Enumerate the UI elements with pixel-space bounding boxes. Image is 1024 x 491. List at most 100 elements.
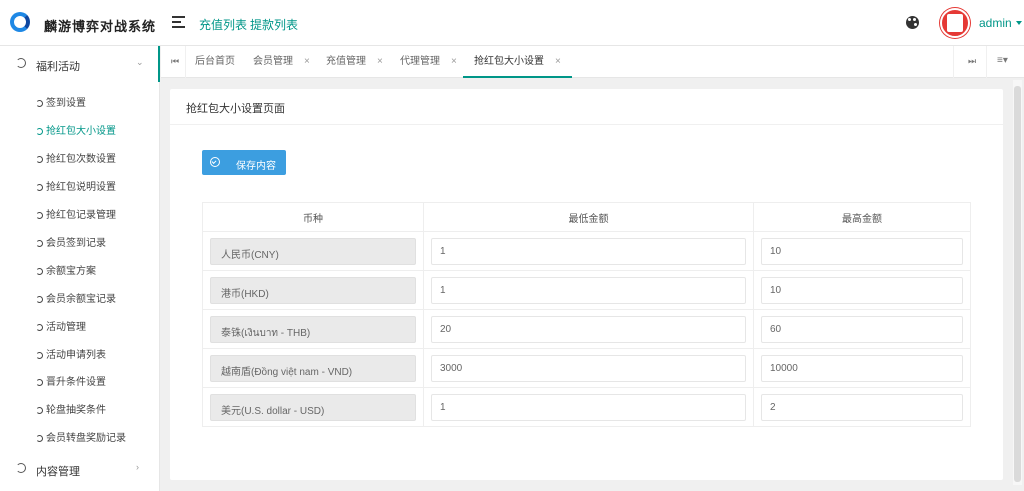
sidebar-item[interactable]: 会员余额宝记录 [36,290,116,305]
currency-cell: 港币(HKD) [202,270,424,310]
tab-options-icon[interactable]: ≡▾ [997,55,1008,66]
close-icon[interactable]: × [451,56,457,67]
min-cell: 1 [423,270,754,310]
withdraw-list-link[interactable]: 提款列表 [250,16,298,33]
max-cell: 10000 [753,348,971,388]
min-amount-input[interactable]: 20 [431,315,746,343]
currency-label: 泰铢(เงินบาท - THB) [210,315,416,343]
sidebar-item-active[interactable]: 抢红包大小设置 [36,122,116,137]
close-icon[interactable]: × [304,56,310,67]
min-amount-input[interactable]: 1 [431,237,746,265]
currency-cell: 泰铢(เงินบาท - THB) [202,309,424,349]
page-title: 抢红包大小设置页面 [186,103,285,115]
max-cell: 60 [753,309,971,349]
tab-divider [953,46,954,78]
circle-icon [36,352,43,359]
menu-toggle-icon[interactable] [172,16,185,28]
circle-icon [36,240,43,247]
currency-cell: 美元(U.S. dollar - USD) [202,387,424,427]
currency-label: 越南盾(Đồng việt nam - VND) [210,354,416,382]
max-amount-input[interactable]: 10 [761,276,963,304]
content-panel: 抢红包大小设置页面 保存内容 币种 最低金额 最高金额 人民币(CNY) 1 1… [170,89,1003,480]
sidebar-item[interactable]: 余额宝方案 [36,262,96,277]
check-circle-icon [210,157,220,167]
menu-group-content[interactable]: 内容管理 › [0,451,160,487]
tab-agents[interactable]: 代理管理 × [400,46,457,78]
close-icon[interactable]: × [377,56,383,67]
circle-icon [36,156,43,163]
circle-icon [36,296,43,303]
caret-down-icon [1015,21,1022,25]
min-amount-input[interactable]: 1 [431,393,746,421]
sidebar-item[interactable]: 轮盘抽奖条件 [36,401,106,416]
circle-icon [36,184,43,191]
max-amount-input[interactable]: 10000 [761,354,963,382]
circle-icon [36,407,43,414]
table-row: 人民币(CNY) 1 10 [202,231,971,271]
tab-bar: ⏮ 后台首页 会员管理 × 充值管理 × 代理管理 × 抢红包大小设置 × ⏭ ≡▾ [161,46,1024,78]
max-amount-input[interactable]: 60 [761,315,963,343]
circle-icon [36,128,43,135]
tab-recharge[interactable]: 充值管理 × [326,46,383,78]
circle-icon [16,463,26,473]
username: admin [979,16,1012,30]
header-currency: 币种 [202,202,424,232]
menu-group-label: 福利活动 [36,61,80,73]
sidebar-item[interactable]: 会员转盘奖励记录 [36,429,126,444]
sidebar-item[interactable]: 会员签到记录 [36,234,106,249]
tab-scroll-left-icon[interactable]: ⏮ [171,56,179,67]
min-amount-input[interactable]: 1 [431,276,746,304]
currency-label: 美元(U.S. dollar - USD) [210,393,416,421]
tab-members[interactable]: 会员管理 × [253,46,310,78]
max-cell: 2 [753,387,971,427]
currency-table: 币种 最低金额 最高金额 人民币(CNY) 1 10 港币(HKD) 1 10 … [202,202,971,427]
header-max: 最高金额 [753,202,971,232]
currency-cell: 人民币(CNY) [202,231,424,271]
table-row: 泰铢(เงินบาท - THB) 20 60 [202,309,971,349]
table-header-row: 币种 最低金额 最高金额 [202,202,971,232]
table-row: 港币(HKD) 1 10 [202,270,971,310]
avatar[interactable] [940,8,970,38]
max-cell: 10 [753,231,971,271]
tab-divider [986,46,987,78]
save-button-label: 保存内容 [236,161,276,172]
max-cell: 10 [753,270,971,310]
circle-icon [36,435,43,442]
sidebar-item[interactable]: 活动管理 [36,318,86,333]
header-min: 最低金额 [423,202,754,232]
tab-scroll-right-icon[interactable]: ⏭ [968,56,976,67]
recharge-list-link[interactable]: 充值列表 [199,16,247,33]
circle-icon [36,324,43,331]
close-icon[interactable]: × [555,56,561,67]
min-cell: 3000 [423,348,754,388]
currency-label: 人民币(CNY) [210,237,416,265]
currency-label: 港币(HKD) [210,276,416,304]
sidebar-item[interactable]: 活动申请列表 [36,346,106,361]
currency-cell: 越南盾(Đồng việt nam - VND) [202,348,424,388]
min-cell: 1 [423,231,754,271]
theme-palette-icon[interactable] [906,16,919,29]
circle-icon [16,58,26,68]
circle-icon [36,212,43,219]
sidebar-item[interactable]: 抢红包记录管理 [36,206,116,221]
menu-group-welfare[interactable]: 福利活动 ⌄ [0,46,160,82]
sidebar-item[interactable]: 抢红包说明设置 [36,178,116,193]
sidebar-item[interactable]: 晋升条件设置 [36,373,106,388]
sidebar-item[interactable]: 签到设置 [36,94,86,109]
menu-group-label: 内容管理 [36,466,80,478]
max-amount-input[interactable]: 2 [761,393,963,421]
circle-icon [36,100,43,107]
panel-header: 抢红包大小设置页面 [170,89,1003,125]
scrollbar-thumb[interactable] [1014,86,1021,482]
sidebar-item[interactable]: 抢红包次数设置 [36,150,116,165]
tab-home[interactable]: 后台首页 [195,46,235,78]
sidebar: 福利活动 ⌄ 签到设置 抢红包大小设置 抢红包次数设置 抢红包说明设置 抢红包记… [0,46,160,491]
table-row: 美元(U.S. dollar - USD) 1 2 [202,387,971,427]
save-button[interactable]: 保存内容 [202,150,286,175]
user-menu[interactable]: admin [979,16,1022,30]
max-amount-input[interactable]: 10 [761,237,963,265]
tab-redpacket-size[interactable]: 抢红包大小设置 × [463,46,572,78]
min-cell: 1 [423,387,754,427]
min-amount-input[interactable]: 3000 [431,354,746,382]
system-title: 麟游博弈对战系统 [44,19,157,34]
